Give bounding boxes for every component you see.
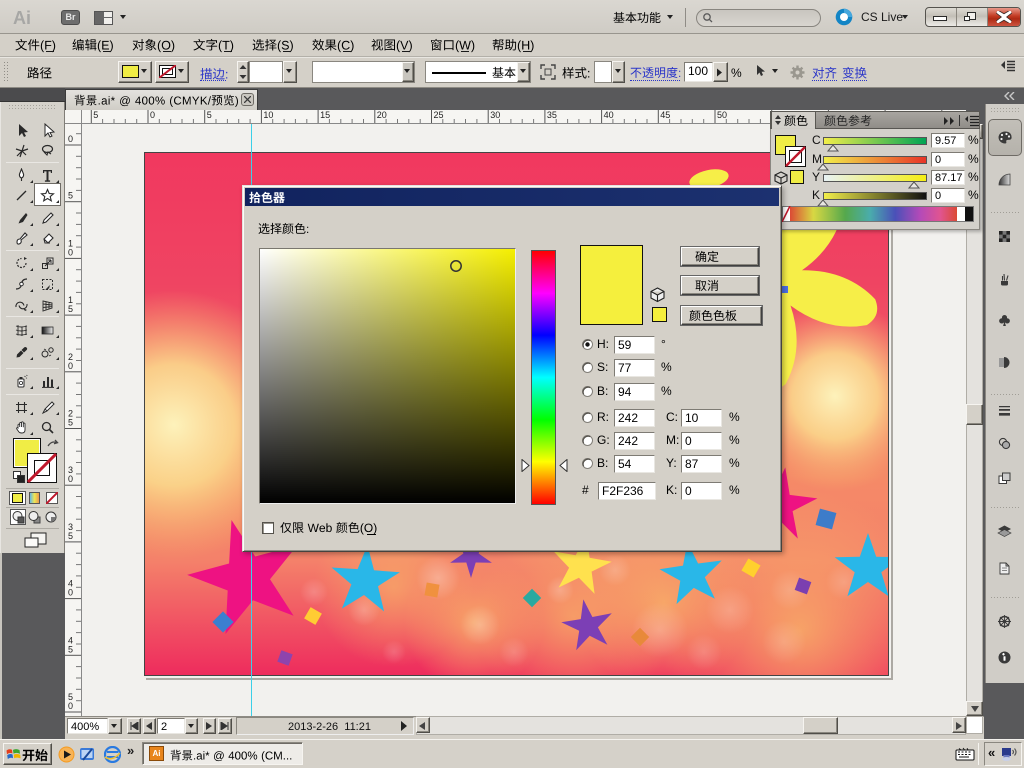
svg-text:0: 0 (68, 701, 73, 711)
svg-text:5: 5 (93, 110, 98, 120)
svg-text:30: 30 (490, 110, 500, 120)
svg-text:0: 0 (68, 474, 73, 484)
svg-text:5: 5 (68, 644, 73, 654)
svg-text:50: 50 (717, 110, 727, 120)
svg-text:5: 5 (68, 531, 73, 541)
svg-text:5: 5 (207, 110, 212, 120)
svg-text:15: 15 (320, 110, 330, 120)
svg-text:0: 0 (68, 134, 73, 144)
svg-text:0: 0 (68, 361, 73, 371)
svg-text:5: 5 (68, 304, 73, 314)
svg-text:5: 5 (68, 418, 73, 428)
svg-text:35: 35 (547, 110, 557, 120)
svg-text:0: 0 (150, 110, 155, 120)
svg-text:40: 40 (604, 110, 614, 120)
svg-text:5: 5 (68, 191, 73, 201)
svg-text:0: 0 (68, 247, 73, 257)
svg-text:0: 0 (68, 588, 73, 598)
svg-text:20: 20 (377, 110, 387, 120)
svg-text:10: 10 (263, 110, 273, 120)
svg-text:25: 25 (434, 110, 444, 120)
svg-text:45: 45 (660, 110, 670, 120)
